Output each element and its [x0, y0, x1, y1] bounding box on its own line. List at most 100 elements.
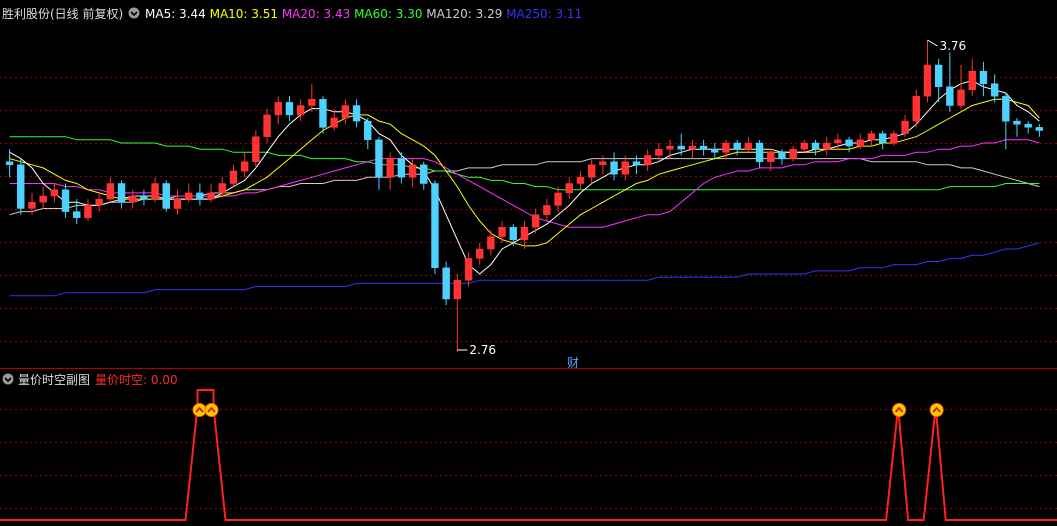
candle [498, 220, 506, 243]
candle-body [39, 195, 47, 203]
candle [711, 142, 719, 159]
candle [901, 114, 909, 137]
candle-body [252, 136, 260, 162]
candle [196, 183, 204, 206]
candle [453, 274, 462, 352]
sub-indicator-label: 量价时空: [95, 373, 151, 387]
candle-body [957, 89, 965, 106]
candle-body [800, 142, 809, 150]
candle-body [184, 192, 193, 200]
candle-body [140, 195, 148, 200]
candle-body [834, 139, 842, 144]
candle [252, 130, 260, 168]
candle-body [744, 142, 753, 150]
candle [565, 177, 573, 200]
candle-body [129, 195, 137, 203]
candle [17, 158, 25, 215]
signal-up-icon [204, 403, 219, 417]
candle [867, 130, 876, 147]
candle [990, 74, 999, 103]
signal-marker-circle [929, 403, 944, 417]
candle [811, 139, 820, 156]
candle [442, 261, 450, 306]
candle-body [73, 211, 81, 219]
candle [263, 108, 271, 143]
sub-indicator-value: 0.00 [151, 373, 178, 387]
candle-body [531, 214, 540, 228]
candle [420, 161, 428, 190]
candle-body [173, 198, 182, 209]
candle-body [263, 114, 271, 137]
candle-body [901, 120, 909, 134]
candle-body [778, 152, 786, 159]
candle-body [1002, 95, 1010, 122]
candle [319, 96, 327, 134]
finance-marker[interactable]: 财 [567, 356, 579, 370]
candle-body [688, 145, 697, 150]
sub-panel-toggle[interactable] [2, 373, 14, 385]
candle-body [431, 183, 439, 268]
ma-legend: MA5: 3.44 MA10: 3.51 MA20: 3.43 MA60: 3.… [145, 7, 582, 21]
sub-header: 量价时空副图 量价时空: 0.00 [2, 373, 178, 387]
legend-ma10: MA10: 3.51 [206, 7, 278, 21]
candle-body [823, 142, 831, 150]
candle-body [711, 148, 719, 153]
candle-body [946, 86, 954, 106]
candle [375, 136, 383, 190]
signal-line [0, 389, 1057, 521]
candle [699, 139, 708, 156]
legend-ma120: MA120: 3.29 [422, 7, 502, 21]
candle-body [599, 161, 607, 166]
candle-body [285, 102, 294, 116]
candle-body [968, 70, 976, 91]
candle [1013, 118, 1021, 137]
candle-body [878, 133, 887, 144]
candle [800, 139, 809, 153]
candlesticks [5, 40, 1044, 352]
ma-line-ma60 [9, 136, 1040, 191]
sub-panel-title: 量价时空副图 [18, 373, 90, 387]
candle [364, 118, 372, 150]
candle-body [699, 145, 708, 150]
candle [308, 83, 316, 112]
candle [957, 64, 965, 109]
candle [968, 58, 976, 97]
candle-body [84, 205, 92, 219]
candle-body [845, 139, 853, 147]
candle [39, 186, 47, 209]
signal-marker-circle [892, 403, 907, 417]
candle-body [733, 142, 741, 150]
candle [531, 208, 540, 234]
candle-body [464, 258, 473, 281]
signal-marker-circle [192, 403, 207, 417]
candle-body [5, 161, 14, 166]
candle-body [397, 158, 406, 178]
candle [95, 192, 103, 212]
candle [464, 252, 473, 287]
candle-body [1013, 120, 1021, 125]
candle-body [341, 105, 350, 119]
candle [386, 152, 394, 190]
signal-marker-circle [204, 403, 219, 417]
candle [621, 155, 629, 181]
candle [84, 199, 92, 221]
candle-body [296, 105, 305, 116]
candle-body [655, 148, 663, 156]
candle-body [554, 192, 562, 206]
low-marker-label: 2.76 [469, 343, 496, 357]
candle [554, 186, 562, 212]
candle [576, 171, 585, 190]
candle-body [453, 279, 462, 300]
main-panel-toggle[interactable] [128, 7, 140, 19]
candle [666, 139, 674, 159]
stock-title: 胜利股份(日线 前复权) [2, 6, 123, 21]
candle-body [386, 158, 394, 178]
candle [106, 177, 115, 203]
kline-chart-svg: 3.76 2.76 财 胜利股份(日线 前复权) MA5: 3.44 MA10:… [0, 6, 1057, 521]
candle [789, 146, 797, 162]
candle-body [520, 226, 529, 240]
candle-body [151, 183, 159, 200]
candle-body [50, 189, 59, 197]
candle [1035, 124, 1044, 137]
candle-body [196, 192, 204, 200]
